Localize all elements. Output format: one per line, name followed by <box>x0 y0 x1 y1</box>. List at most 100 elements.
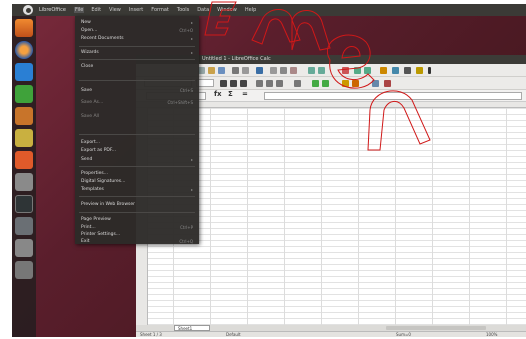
menu-view[interactable]: View <box>108 7 122 13</box>
separator-icon <box>428 67 431 74</box>
bold-icon[interactable] <box>220 80 227 87</box>
ubuntu-one-icon[interactable] <box>15 173 33 191</box>
help-icon[interactable] <box>404 67 411 74</box>
status-bar: Sheet 1 / 3 Default Sum=0 100% <box>136 331 526 337</box>
borders-icon[interactable] <box>372 80 379 87</box>
menu-item-properties[interactable]: Properties... <box>81 171 108 176</box>
status-zoom[interactable]: 100% <box>486 332 497 337</box>
files-icon[interactable] <box>15 129 33 147</box>
align-left-icon[interactable] <box>256 80 263 87</box>
launcher <box>12 16 36 337</box>
menu-format[interactable]: Format <box>150 7 170 13</box>
function-icon[interactable]: = <box>242 90 248 98</box>
new-icon[interactable] <box>198 67 205 74</box>
ubuntu-dash-icon[interactable] <box>23 5 33 15</box>
menu-item-export[interactable]: Export... <box>81 140 100 145</box>
menu-separator <box>79 196 195 197</box>
navigator-icon[interactable] <box>392 67 399 74</box>
menu-item-save-all[interactable]: Save All <box>81 114 99 119</box>
sum-icon[interactable]: Σ <box>228 90 233 98</box>
sort-descending-icon[interactable] <box>364 67 371 74</box>
menu-item-send[interactable]: Send <box>81 157 92 162</box>
trash-icon[interactable] <box>15 261 33 279</box>
menu-item-digital-signatures[interactable]: Digital Signatures... <box>81 179 125 184</box>
menu-item-open-shortcut: Ctrl+O <box>179 28 193 33</box>
italic-icon[interactable] <box>230 80 237 87</box>
currency-icon[interactable] <box>312 80 319 87</box>
menu-separator <box>79 46 195 47</box>
menu-separator <box>79 80 195 81</box>
firefox-icon[interactable] <box>15 41 33 59</box>
calc-icon[interactable] <box>15 85 33 103</box>
percent-icon[interactable] <box>322 80 329 87</box>
menu-item-preview-web[interactable]: Preview in Web Browser <box>81 202 135 207</box>
spellcheck-icon[interactable] <box>256 67 263 74</box>
menu-item-export-pdf[interactable]: Export as PDF... <box>81 148 116 153</box>
save-icon[interactable] <box>218 67 225 74</box>
system-settings-icon[interactable] <box>15 217 33 235</box>
window-title: Untitled 1 - LibreOffice Calc <box>202 56 271 62</box>
status-style: Default <box>226 332 241 337</box>
menu-item-recent-shortcut: ▸ <box>190 36 193 41</box>
underline-icon[interactable] <box>240 80 247 87</box>
menu-item-recent[interactable]: Recent Documents <box>81 36 124 41</box>
indent-icon[interactable] <box>384 80 391 87</box>
top-panel: LibreOffice File Edit View Insert Format… <box>12 4 526 16</box>
menu-item-print[interactable]: Print... <box>81 225 96 230</box>
menu-item-close[interactable]: Close <box>81 64 93 69</box>
redo-icon[interactable] <box>318 67 325 74</box>
menu-item-save-as[interactable]: Save As... <box>81 100 103 105</box>
menu-edit[interactable]: Edit <box>90 7 102 13</box>
sort-ascending-icon[interactable] <box>354 67 361 74</box>
align-center-icon[interactable] <box>266 80 273 87</box>
menu-item-exit[interactable]: Exit <box>81 239 90 244</box>
menu-item-print-shortcut: Ctrl+P <box>180 225 193 230</box>
open-icon[interactable] <box>208 67 215 74</box>
terminal-icon[interactable] <box>15 195 33 213</box>
menu-item-page-preview[interactable]: Page Preview <box>81 217 111 222</box>
status-sum: Sum=0 <box>396 332 411 337</box>
font-color-icon[interactable] <box>342 80 349 87</box>
formula-input[interactable] <box>264 92 522 100</box>
find-icon[interactable] <box>416 67 423 74</box>
paste-icon[interactable] <box>290 67 297 74</box>
menu-item-printer-settings[interactable]: Printer Settings... <box>81 232 120 237</box>
menu-item-new-shortcut: ▸ <box>190 20 193 25</box>
menu-separator <box>79 59 195 60</box>
preview-icon[interactable] <box>242 67 249 74</box>
menu-item-save[interactable]: Save <box>81 88 92 93</box>
menu-item-wizards[interactable]: Wizards <box>81 50 99 55</box>
print-icon[interactable] <box>232 67 239 74</box>
menu-insert[interactable]: Insert <box>128 7 144 13</box>
cut-icon[interactable] <box>270 67 277 74</box>
workspace-switcher-icon[interactable] <box>15 239 33 257</box>
align-right-icon[interactable] <box>276 80 283 87</box>
chart-icon[interactable] <box>380 67 387 74</box>
dash-home-icon[interactable] <box>15 19 33 37</box>
menu-item-new[interactable]: New <box>81 20 91 25</box>
menu-separator <box>79 166 195 167</box>
desktop: LibreOffice File Edit View Insert Format… <box>12 4 526 337</box>
background-color-icon[interactable] <box>352 80 359 87</box>
menu-help[interactable]: Help <box>244 7 257 13</box>
menu-item-open[interactable]: Open... <box>81 28 97 33</box>
file-menu: New ▸ Open... Ctrl+O Recent Documents ▸ … <box>75 16 199 244</box>
menu-item-save-as-shortcut: Ctrl+Shift+S <box>167 100 193 105</box>
menu-file[interactable]: File <box>73 7 85 13</box>
software-center-icon[interactable] <box>15 151 33 169</box>
horizontal-scrollbar[interactable] <box>386 326 486 330</box>
menu-item-send-shortcut: ▸ <box>190 157 193 162</box>
menu-separator <box>79 134 195 135</box>
menu-tools[interactable]: Tools <box>176 7 190 13</box>
menu-window[interactable]: Window <box>216 7 238 13</box>
undo-icon[interactable] <box>308 67 315 74</box>
impress-icon[interactable] <box>15 107 33 125</box>
writer-icon[interactable] <box>15 63 33 81</box>
merge-cells-icon[interactable] <box>294 80 301 87</box>
menu-data[interactable]: Data <box>196 7 210 13</box>
menu-separator <box>79 212 195 213</box>
hyperlink-icon[interactable] <box>342 67 349 74</box>
function-wizard-icon[interactable]: fx <box>214 90 222 98</box>
menu-item-templates[interactable]: Templates <box>81 187 104 192</box>
copy-icon[interactable] <box>280 67 287 74</box>
